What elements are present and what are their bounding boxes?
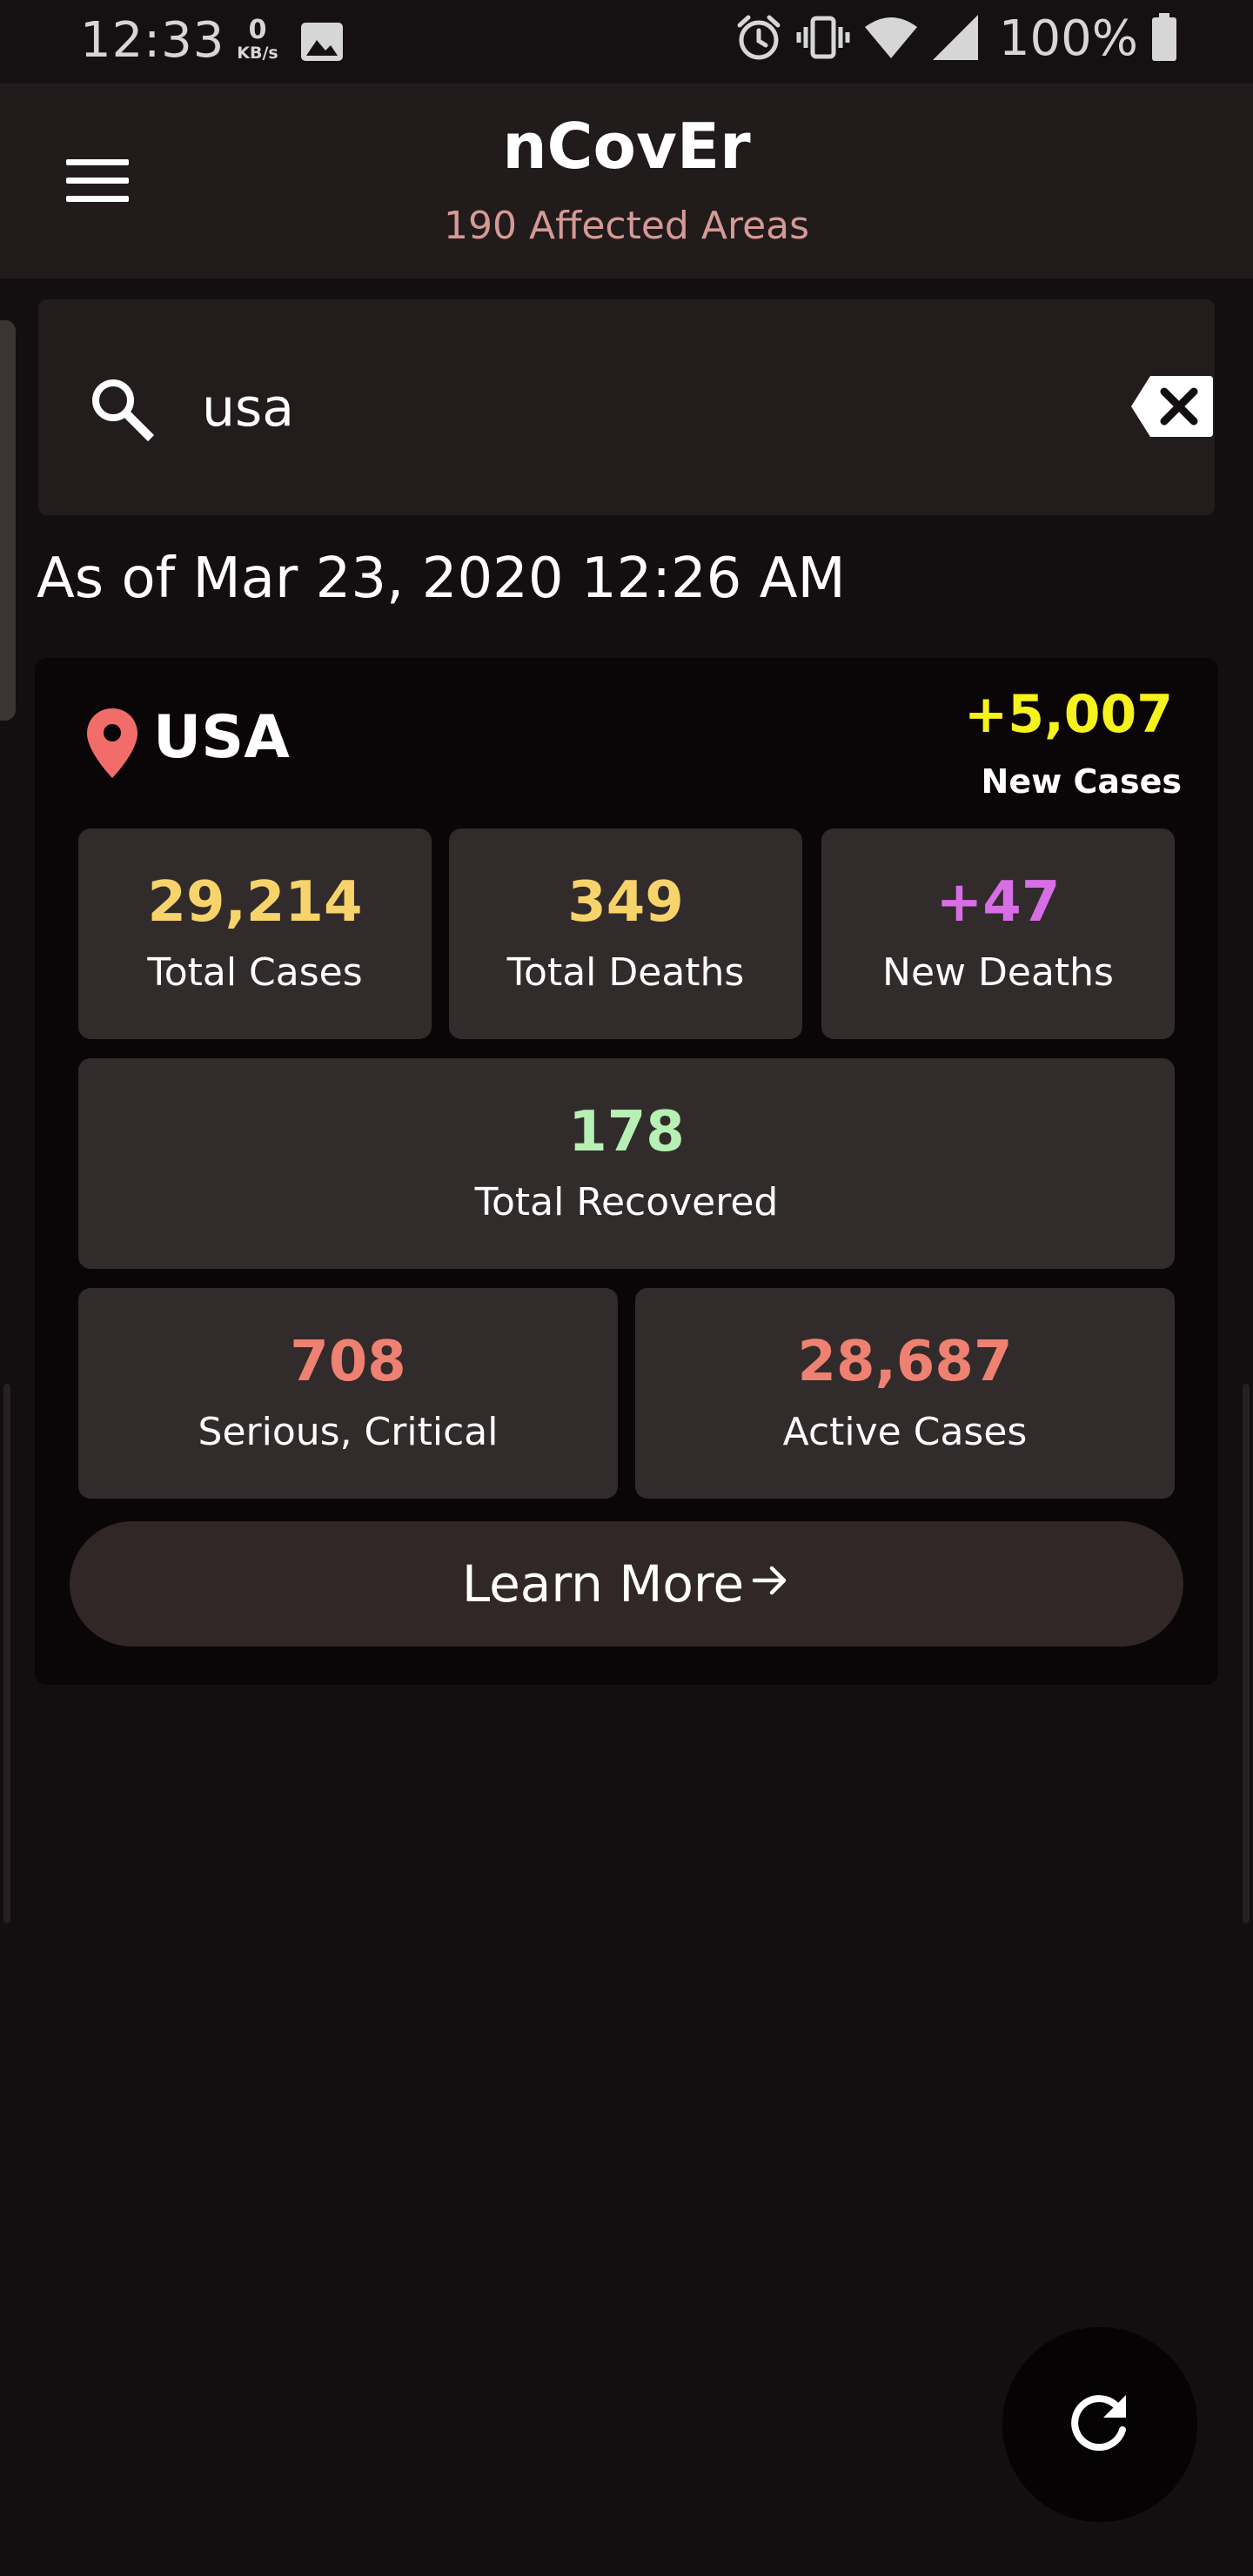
vibrate-icon	[795, 13, 851, 65]
right-edge-indicator	[1243, 1384, 1250, 1923]
refresh-icon	[1065, 2388, 1135, 2461]
search-input[interactable]	[200, 360, 1070, 456]
new-deaths-label: New Deaths	[882, 950, 1114, 995]
location-pin-icon	[85, 707, 139, 783]
affected-areas-count: 190 Affected Areas	[443, 204, 810, 248]
network-speed-value: 0	[248, 15, 267, 45]
learn-more-button[interactable]: Learn More	[70, 1521, 1183, 1647]
total-deaths-label: Total Deaths	[506, 950, 745, 995]
drawer-edge-handle[interactable]	[0, 320, 16, 721]
total-deaths-box: 349 Total Deaths	[449, 828, 802, 1039]
new-deaths-value: +47	[935, 870, 1061, 935]
total-deaths-value: 349	[567, 870, 684, 935]
new-deaths-box: +47 New Deaths	[821, 828, 1175, 1039]
alarm-icon	[734, 13, 783, 65]
signal-icon	[931, 13, 980, 65]
network-speed-unit: KB/s	[237, 44, 278, 63]
battery-percent: 100%	[998, 10, 1138, 67]
last-updated-timestamp: As of Mar 23, 2020 12:26 AM	[37, 547, 846, 611]
total-recovered-value: 178	[568, 1100, 685, 1164]
status-icons: 100%	[734, 10, 1178, 67]
country-name: USA	[153, 703, 290, 772]
total-cases-value: 29,214	[147, 870, 363, 935]
serious-critical-box: 708 Serious, Critical	[78, 1288, 618, 1499]
left-edge-indicator	[3, 1384, 10, 1923]
image-icon	[299, 21, 345, 66]
battery-icon	[1150, 12, 1178, 65]
total-recovered-label: Total Recovered	[474, 1180, 779, 1224]
status-time: 12:33	[80, 12, 225, 69]
backspace-clear-icon[interactable]	[1129, 374, 1215, 442]
new-cases-label: New Cases	[981, 762, 1182, 801]
search-icon	[87, 374, 157, 447]
learn-more-label: Learn More	[461, 1554, 745, 1613]
country-stats-card: USA +5,007 New Cases 29,214 Total Cases …	[35, 658, 1218, 1685]
app-title: nCovEr	[502, 110, 751, 183]
serious-critical-value: 708	[290, 1330, 406, 1394]
app-bar: nCovEr 190 Affected Areas	[0, 84, 1253, 278]
network-speed: 0 KB/s	[231, 17, 284, 62]
arrow-right-icon	[749, 1554, 791, 1613]
wifi-icon	[863, 13, 919, 65]
new-cases-value: +5,007	[963, 684, 1173, 745]
refresh-button[interactable]	[1002, 2327, 1197, 2522]
active-cases-value: 28,687	[797, 1330, 1013, 1394]
status-bar: 12:33 0 KB/s 100%	[0, 0, 1253, 84]
active-cases-label: Active Cases	[782, 1410, 1028, 1454]
total-cases-label: Total Cases	[147, 950, 363, 995]
active-cases-box: 28,687 Active Cases	[635, 1288, 1175, 1499]
serious-critical-label: Serious, Critical	[198, 1410, 499, 1454]
total-cases-box: 29,214 Total Cases	[78, 828, 432, 1039]
total-recovered-box: 178 Total Recovered	[78, 1058, 1175, 1269]
search-bar	[38, 299, 1215, 515]
